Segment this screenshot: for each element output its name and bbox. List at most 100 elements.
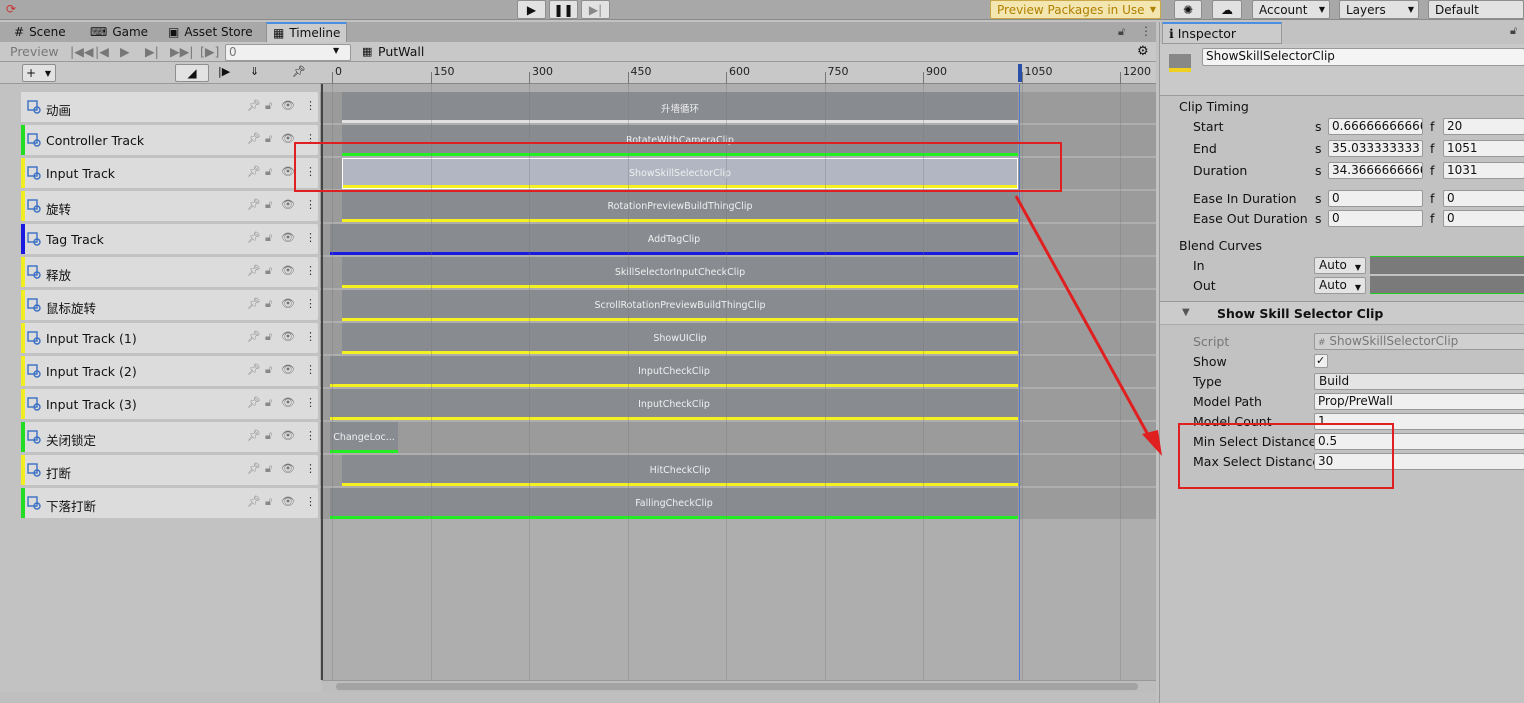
pin-icon[interactable]: 📌︎ — [247, 99, 261, 112]
more-icon[interactable]: ⋮ — [305, 297, 316, 310]
ease-out-seconds-field[interactable]: 0 — [1328, 210, 1423, 227]
lock-icon[interactable]: 🔓︎ — [265, 198, 272, 212]
model-path-field[interactable]: Prop/PreWall — [1314, 393, 1524, 410]
timeline-clip[interactable]: AddTagClip — [330, 224, 1018, 255]
layout-dropdown[interactable]: Default — [1428, 0, 1524, 19]
tab-scene[interactable]: # Scene — [14, 22, 66, 42]
lock-icon[interactable]: 🔓︎ — [265, 363, 272, 377]
next-frame-icon[interactable]: ▶| — [145, 44, 159, 59]
pin-icon[interactable]: 📌︎ — [247, 132, 261, 145]
eye-icon[interactable]: 👁︎ — [281, 132, 295, 145]
track-header[interactable]: Controller Track 📌︎ 🔓︎ 👁︎ ⋮ — [21, 125, 318, 155]
pin-icon[interactable]: 📌︎ — [292, 65, 306, 78]
edit-mode-button[interactable]: ◢ — [175, 64, 209, 82]
add-track-button[interactable]: + ▼ — [22, 64, 56, 82]
account-dropdown[interactable]: Account ▼ — [1252, 0, 1330, 19]
collab-icon[interactable]: ⟳ — [6, 2, 22, 17]
more-icon[interactable]: ⋮ — [305, 231, 316, 244]
track-header[interactable]: 打断 📌︎ 🔓︎ 👁︎ ⋮ — [21, 455, 318, 485]
lock-icon[interactable]: 🔓︎ — [265, 495, 272, 509]
cloud-button[interactable]: ☁ — [1212, 0, 1242, 19]
pause-button[interactable]: ❚❚ — [549, 0, 578, 19]
lock-icon[interactable]: 🔓︎ — [265, 231, 272, 245]
duration-seconds-field[interactable]: 34.3666666666 — [1328, 162, 1423, 179]
track-header[interactable]: 动画 📌︎ 🔓︎ 👁︎ ⋮ — [21, 92, 318, 122]
play-range-icon[interactable]: [▶] — [200, 44, 219, 59]
lock-icon[interactable]: 🔓︎ — [265, 99, 272, 113]
pin-icon[interactable]: 📌︎ — [247, 462, 261, 475]
timeline-clip[interactable]: SkillSelectorInputCheckClip — [342, 257, 1018, 288]
ease-in-seconds-field[interactable]: 0 — [1328, 190, 1423, 207]
timeline-clip[interactable]: ScrollRotationPreviewBuildThingClip — [342, 290, 1018, 321]
pin-icon[interactable]: 📌︎ — [247, 165, 261, 178]
snap-icon[interactable]: |▶ — [218, 65, 230, 78]
timeline-clip[interactable]: HitCheckClip — [342, 455, 1018, 486]
start-seconds-field[interactable]: 0.66666666666 — [1328, 118, 1423, 135]
pin-icon[interactable]: 📌︎ — [247, 396, 261, 409]
timeline-clip[interactable]: ShowUIClip — [342, 323, 1018, 354]
timeline-clip[interactable]: ChangeLoc... — [330, 422, 398, 453]
eye-icon[interactable]: 👁︎ — [281, 99, 295, 112]
eye-icon[interactable]: 👁︎ — [281, 429, 295, 442]
more-icon[interactable]: ⋮ — [305, 363, 316, 376]
blend-out-dropdown[interactable]: Auto ▼ — [1314, 277, 1366, 294]
eye-icon[interactable]: 👁︎ — [281, 330, 295, 343]
duration-frames-field[interactable]: 1031 — [1443, 162, 1524, 179]
ease-out-frames-field[interactable]: 0 — [1443, 210, 1524, 227]
blend-out-curve[interactable] — [1370, 276, 1524, 294]
timeline-ruler[interactable]: 0 150 300 450 600 750 900 1050 1200 — [320, 62, 1156, 84]
end-marker[interactable] — [1018, 64, 1022, 82]
preview-packages-button[interactable]: Preview Packages in Use ▼ — [990, 0, 1161, 19]
more-icon[interactable]: ⋮ — [305, 198, 316, 211]
lock-icon[interactable]: 🔓︎ — [265, 330, 272, 344]
go-to-start-icon[interactable]: |◀◀ — [70, 44, 93, 59]
lock-icon[interactable]: 🔓︎ — [1118, 25, 1125, 39]
track-header[interactable]: 鼠标旋转 📌︎ 🔓︎ 👁︎ ⋮ — [21, 290, 318, 320]
timeline-asset-name[interactable]: PutWall — [378, 44, 424, 59]
layers-dropdown[interactable]: Layers ▼ — [1339, 0, 1419, 19]
component-header[interactable]: ▼ Show Skill Selector Clip — [1160, 301, 1524, 325]
pin-icon[interactable]: 📌︎ — [247, 429, 261, 442]
more-icon[interactable]: ⋮ — [305, 99, 316, 112]
pin-icon[interactable]: 📌︎ — [247, 231, 261, 244]
track-header[interactable]: 释放 📌︎ 🔓︎ 👁︎ ⋮ — [21, 257, 318, 287]
tab-asset-store[interactable]: ▣ Asset Store — [168, 22, 253, 42]
menu-icon[interactable]: ⋮ — [1140, 24, 1152, 38]
play-button[interactable]: ▶ — [517, 0, 546, 19]
eye-icon[interactable]: 👁︎ — [281, 198, 295, 211]
track-header[interactable]: 下落打断 📌︎ 🔓︎ 👁︎ ⋮ — [21, 488, 318, 518]
end-frames-field[interactable]: 1051 — [1443, 140, 1524, 157]
eye-icon[interactable]: 👁︎ — [281, 495, 295, 508]
eye-icon[interactable]: 👁︎ — [281, 165, 295, 178]
blend-in-dropdown[interactable]: Auto ▼ — [1314, 257, 1366, 274]
cloud-services-button[interactable]: ✺ — [1174, 0, 1202, 19]
track-header[interactable]: Input Track 📌︎ 🔓︎ 👁︎ ⋮ — [21, 158, 318, 188]
timeline-clip[interactable]: InputCheckClip — [330, 389, 1018, 420]
lock-icon[interactable]: 🔓︎ — [265, 462, 272, 476]
track-header[interactable]: 旋转 📌︎ 🔓︎ 👁︎ ⋮ — [21, 191, 318, 221]
eye-icon[interactable]: 👁︎ — [281, 462, 295, 475]
end-seconds-field[interactable]: 35.033333333 — [1328, 140, 1423, 157]
preview-button[interactable]: Preview — [10, 44, 59, 59]
timeline-clip[interactable]: FallingCheckClip — [330, 488, 1018, 519]
more-icon[interactable]: ⋮ — [305, 264, 316, 277]
pin-icon[interactable]: 📌︎ — [247, 363, 261, 376]
show-checkbox[interactable]: ✓ — [1314, 354, 1328, 368]
step-button[interactable]: ▶| — [581, 0, 610, 19]
more-icon[interactable]: ⋮ — [305, 495, 316, 508]
tab-game[interactable]: ⌨ Game — [90, 22, 148, 42]
object-name-field[interactable]: ShowSkillSelectorClip — [1202, 48, 1524, 66]
track-header[interactable]: Input Track (1) 📌︎ 🔓︎ 👁︎ ⋮ — [21, 323, 318, 353]
track-header[interactable]: Input Track (2) 📌︎ 🔓︎ 👁︎ ⋮ — [21, 356, 318, 386]
eye-icon[interactable]: 👁︎ — [281, 231, 295, 244]
timeline-clip[interactable]: 升墙循环 — [342, 92, 1018, 123]
eye-icon[interactable]: 👁︎ — [281, 297, 295, 310]
gear-icon[interactable]: ⚙ — [1137, 44, 1149, 59]
start-frames-field[interactable]: 20 — [1443, 118, 1524, 135]
more-icon[interactable]: ⋮ — [305, 330, 316, 343]
keyframe-icon[interactable]: ⇓ — [250, 65, 259, 78]
go-to-end-icon[interactable]: ▶▶| — [170, 44, 193, 59]
prev-frame-icon[interactable]: |◀ — [95, 44, 109, 59]
play-icon[interactable]: ▶ — [120, 44, 130, 59]
lock-icon[interactable]: 🔓︎ — [265, 429, 272, 443]
